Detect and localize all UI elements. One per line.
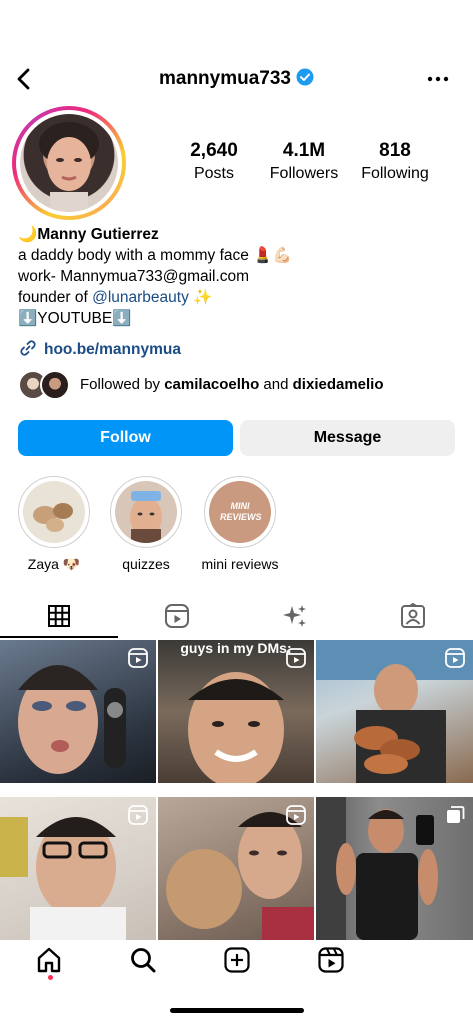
profile-avatar-ring[interactable]	[12, 106, 126, 220]
reels-icon	[165, 604, 189, 628]
profile-avatar	[20, 114, 118, 212]
bio-line-3: founder of @lunarbeauty ✨	[18, 287, 458, 308]
profile-name-line: 🌙Manny Gutierrez	[18, 224, 458, 245]
grid-post-4[interactable]	[0, 797, 156, 940]
bio-line-3-suffix: ✨	[188, 289, 213, 306]
tab-ai-sparkles[interactable]	[236, 594, 354, 638]
profile-header: mannymua733	[0, 60, 473, 100]
sparkles-icon	[283, 605, 306, 627]
mini-reviews-cover-text: MINI REVIEWS	[220, 501, 262, 522]
following-count: 818	[379, 140, 411, 161]
reel-icon	[286, 648, 306, 668]
follow-button[interactable]: Follow	[18, 420, 233, 456]
followed-user-1[interactable]: camilacoelho	[164, 376, 259, 393]
reel-icon	[128, 805, 148, 825]
following-stat[interactable]: 818 Following	[352, 140, 438, 183]
profile-name: Manny Gutierrez	[37, 226, 159, 243]
posts-count: 2,640	[190, 140, 238, 161]
followers-count: 4.1M	[282, 140, 326, 161]
active-tab-indicator	[0, 636, 118, 638]
profile-tabs	[0, 594, 473, 638]
follower-avatar-2	[40, 370, 70, 400]
bio-line-4: ⬇️YOUTUBE⬇️	[18, 310, 132, 327]
create-post-icon	[224, 947, 250, 973]
tab-tagged[interactable]	[354, 594, 472, 638]
profile-bio: 🌙Manny Gutierrez a daddy body with a mom…	[18, 224, 458, 329]
followers-label: Followers	[269, 165, 339, 182]
reel-icon	[286, 805, 306, 825]
profile-username: mannymua733	[0, 68, 473, 90]
lunarbeauty-mention-link[interactable]: @lunarbeauty	[92, 289, 189, 306]
tagged-person-icon	[401, 603, 425, 628]
username-text: mannymua733	[158, 68, 291, 89]
highlight-cover-mini-reviews: MINI REVIEWS	[209, 481, 271, 543]
highlight-ring	[110, 476, 182, 548]
followed-prefix: Followed by	[80, 376, 165, 393]
posts-label: Posts	[193, 165, 234, 182]
highlight-mini-reviews[interactable]: MINI REVIEWS mini reviews	[200, 476, 280, 572]
tab-posts-grid[interactable]	[0, 594, 118, 638]
home-indicator	[170, 1008, 304, 1013]
nav-reels[interactable]	[272, 940, 390, 980]
followers-stat[interactable]: 4.1M Followers	[262, 140, 346, 183]
reels-nav-icon	[318, 947, 344, 973]
message-button[interactable]: Message	[240, 420, 455, 456]
highlight-cover-quizzes	[115, 481, 177, 543]
highlight-label-quizzes: quizzes	[122, 556, 170, 572]
posts-grid: guys in my DMs:	[0, 640, 473, 940]
followed-by-text: Followed by camilacoelho and dixiedameli…	[80, 376, 384, 393]
reel-icon	[445, 648, 465, 668]
grid-post-1[interactable]	[0, 640, 156, 783]
followed-by-row[interactable]: Followed by camilacoelho and dixiedameli…	[18, 368, 458, 404]
following-label: Following	[361, 165, 429, 182]
website-link-text: hoo.be/mannymua	[44, 341, 181, 358]
grid-post-6[interactable]	[316, 797, 473, 940]
highlight-label-zaya: Zaya 🐶	[27, 556, 81, 572]
bio-line-3-prefix: founder of	[18, 289, 93, 306]
moon-emoji: 🌙	[18, 226, 38, 243]
tab-reels[interactable]	[118, 594, 236, 638]
highlight-quizzes[interactable]: quizzes	[108, 476, 184, 572]
bio-line-2: work- Mannymua733@gmail.com	[18, 268, 250, 285]
search-icon	[131, 948, 156, 973]
reel-icon	[128, 648, 148, 668]
bottom-navigation	[0, 940, 473, 990]
grid-post-2[interactable]: guys in my DMs:	[158, 640, 314, 783]
grid-icon	[48, 605, 70, 627]
link-icon	[20, 340, 36, 356]
posts-stat: 2,640 Posts	[172, 140, 256, 183]
grid-post-3[interactable]	[316, 640, 473, 783]
bio-line-1: a daddy body with a mommy face 💄💪🏻	[18, 247, 292, 264]
home-icon	[37, 947, 61, 973]
followed-and: and	[259, 376, 293, 393]
profile-website-link[interactable]: hoo.be/mannymua	[18, 338, 181, 359]
followed-user-2[interactable]: dixiedamelio	[293, 376, 384, 393]
highlight-ring	[18, 476, 90, 548]
more-options-icon[interactable]	[423, 66, 453, 92]
multi-photo-icon	[447, 806, 465, 823]
notification-dot	[48, 975, 53, 980]
verified-badge-icon	[296, 68, 314, 86]
highlight-label-mini-reviews: mini reviews	[201, 556, 279, 572]
highlight-zaya[interactable]: Zaya 🐶	[16, 476, 92, 573]
highlight-ring: MINI REVIEWS	[204, 476, 276, 548]
grid-post-5[interactable]	[158, 797, 314, 940]
highlight-cover-zaya	[23, 481, 85, 543]
